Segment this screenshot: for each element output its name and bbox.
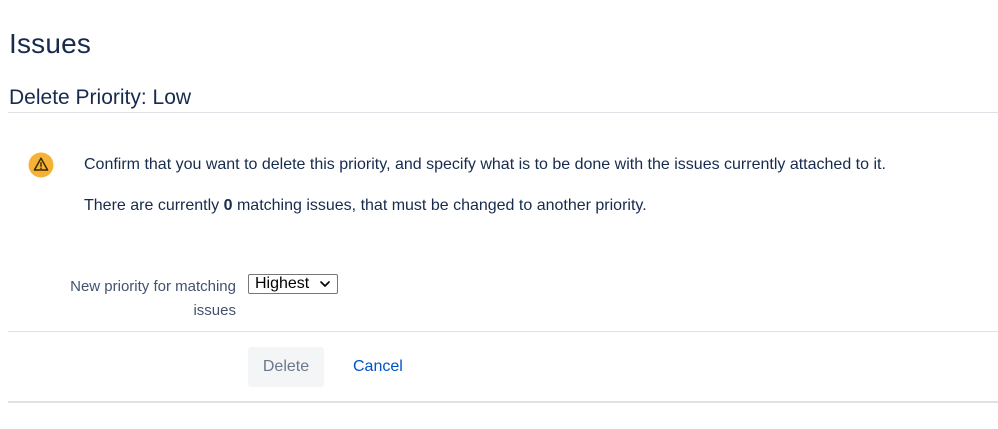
new-priority-label-line2: issues	[193, 302, 236, 319]
section-divider	[8, 112, 998, 113]
delete-priority-page: Issues Delete Priority: Low Confirm that…	[0, 0, 998, 429]
matching-issues-prefix: There are currently	[84, 197, 224, 214]
page-title: Issues	[9, 28, 92, 59]
warning-icon	[28, 152, 54, 178]
new-priority-select[interactable]: Highest	[248, 274, 338, 294]
delete-button[interactable]: Delete	[248, 347, 324, 387]
new-priority-label-line1: New priority for matching	[70, 278, 236, 295]
chevron-down-icon	[319, 276, 331, 292]
new-priority-label: New priority for matching issues	[36, 275, 236, 323]
matching-issues-suffix: matching issues, that must be changed to…	[232, 197, 647, 214]
matching-issues-count: 0	[223, 197, 233, 214]
section-title: Delete Priority: Low	[9, 86, 192, 109]
form-divider	[8, 331, 998, 332]
footer-divider	[8, 401, 998, 403]
warning-message: Confirm that you want to delete this pri…	[84, 156, 886, 173]
cancel-link[interactable]: Cancel	[353, 347, 403, 387]
matching-issues-message: There are currently 0 matching issues, t…	[84, 197, 647, 215]
new-priority-selected-value: Highest	[255, 275, 310, 292]
